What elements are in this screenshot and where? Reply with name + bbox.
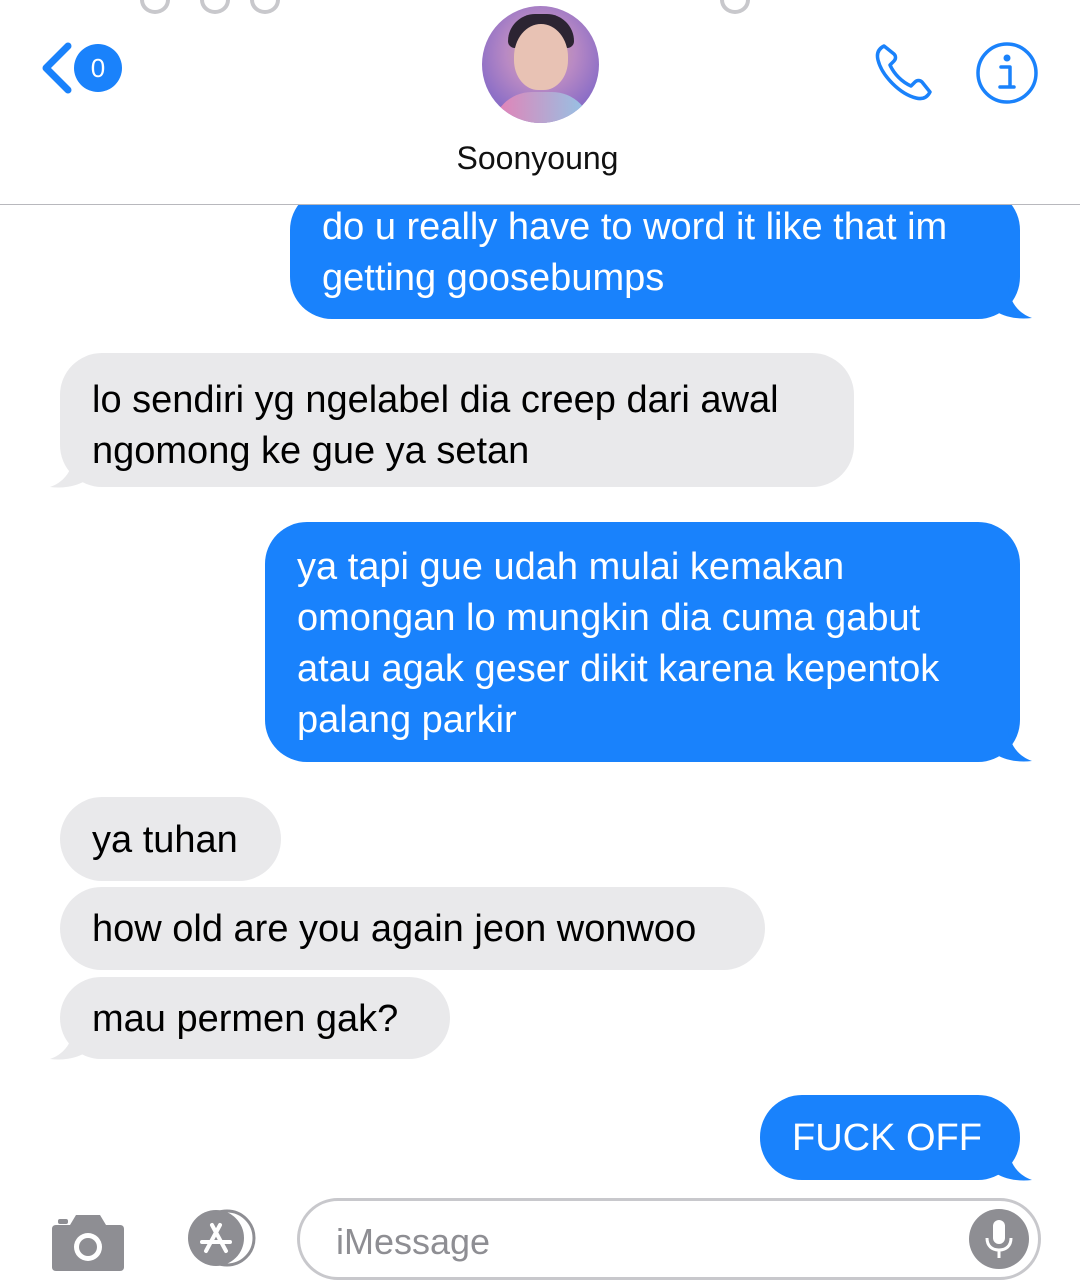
message-line: ya tapi gue udah mulai kemakan — [297, 546, 845, 588]
contact-name[interactable]: Soonyoung — [0, 140, 1075, 177]
message-line: mau permen gak? — [92, 998, 399, 1040]
message-line: getting goosebumps — [322, 257, 665, 299]
message-line: atau agak geser dikit karena kepentok — [297, 648, 940, 690]
message-bubble-sent[interactable]: ya tapi gue udah mulai kemakan omongan l… — [265, 522, 1020, 762]
app-store-icon[interactable] — [172, 1209, 260, 1267]
status-icon — [250, 0, 280, 14]
status-icon — [200, 0, 230, 14]
status-icon — [140, 0, 170, 14]
message-bubble-sent[interactable]: FUCK OFF — [760, 1095, 1020, 1180]
message-line: do u really have to word it like that im — [322, 206, 948, 248]
info-icon[interactable] — [975, 41, 1039, 105]
avatar-shirt — [492, 92, 592, 123]
message-input[interactable]: iMessage — [297, 1198, 1041, 1280]
contact-avatar[interactable] — [482, 6, 599, 123]
microphone-icon — [985, 1220, 1013, 1258]
back-button[interactable]: 0 — [36, 40, 126, 96]
message-line: FUCK OFF — [792, 1117, 982, 1159]
message-line: lo sendiri yg ngelabel dia creep dari aw… — [92, 379, 779, 421]
message-bubble-received[interactable]: mau permen gak? — [60, 977, 450, 1059]
bubble-tail — [50, 1027, 88, 1060]
message-line: ya tuhan — [92, 819, 238, 861]
message-bubble-received[interactable]: how old are you again jeon wonwoo — [60, 887, 765, 970]
avatar-face — [514, 24, 568, 90]
message-bubble-received[interactable]: ya tuhan — [60, 797, 281, 881]
microphone-button[interactable] — [969, 1209, 1029, 1269]
camera-icon[interactable] — [50, 1211, 126, 1271]
message-bubble-received[interactable]: lo sendiri yg ngelabel dia creep dari aw… — [60, 353, 854, 487]
message-line: how old are you again jeon wonwoo — [92, 908, 697, 950]
bubble-tail — [994, 1148, 1032, 1181]
message-line: palang parkir — [297, 699, 517, 741]
message-line: omongan lo mungkin dia cuma gabut — [297, 597, 921, 639]
message-line: ngomong ke gue ya setan — [92, 430, 530, 472]
bubble-tail — [994, 729, 1032, 762]
status-icon — [720, 0, 750, 14]
phone-icon[interactable] — [872, 40, 938, 104]
message-bubble-sent[interactable]: do u really have to word it like that im… — [290, 188, 1020, 319]
unread-count-badge: 0 — [74, 44, 122, 92]
conversation-header: 0 Soonyoung — [0, 0, 1080, 205]
bubble-tail — [994, 286, 1032, 319]
message-input-placeholder: iMessage — [336, 1221, 491, 1262]
compose-bar: iMessage — [0, 1195, 1080, 1285]
bubble-tail — [50, 455, 88, 488]
